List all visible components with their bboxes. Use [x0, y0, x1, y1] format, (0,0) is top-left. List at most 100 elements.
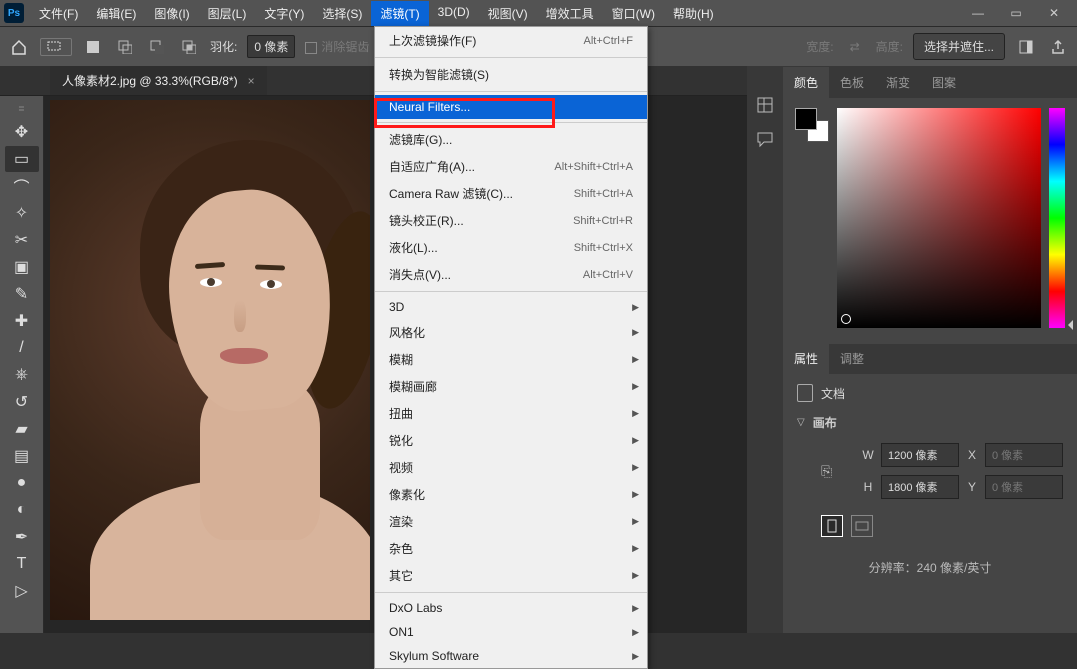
menu-图层(L)[interactable]: 图层(L)	[199, 1, 256, 26]
color-field[interactable]	[837, 108, 1041, 328]
filter-item-液化(L)...[interactable]: 液化(L)...Shift+Ctrl+X	[375, 234, 647, 261]
menu-滤镜(T)[interactable]: 滤镜(T)	[371, 1, 428, 26]
select-and-mask-button[interactable]: 选择并遮住...	[913, 33, 1005, 60]
color-tab-渐变[interactable]: 渐变	[875, 67, 921, 98]
sel-add-icon[interactable]	[114, 36, 136, 58]
menubar: Ps 文件(F)编辑(E)图像(I)图层(L)文字(Y)选择(S)滤镜(T)3D…	[0, 0, 1077, 26]
menu-帮助(H)[interactable]: 帮助(H)	[664, 1, 723, 26]
lasso-tool[interactable]: ⌒	[5, 173, 39, 199]
color-tab-颜色[interactable]: 颜色	[783, 67, 829, 98]
path-sel-tool[interactable]: ▷	[5, 578, 39, 604]
canvas-section-label: 画布	[813, 414, 837, 431]
menu-视图(V)[interactable]: 视图(V)	[479, 1, 537, 26]
filter-menu-dropdown: 上次滤镜操作(F)Alt+Ctrl+F 转换为智能滤镜(S) Neural Filt…	[374, 26, 648, 669]
filter-item-视频[interactable]: 视频	[375, 454, 647, 481]
sel-new-icon[interactable]	[82, 36, 104, 58]
stamp-tool[interactable]: ⎈	[5, 362, 39, 388]
orient-landscape-button[interactable]	[851, 515, 873, 537]
filter-item-消失点(V)...[interactable]: 消失点(V)...Alt+Ctrl+V	[375, 261, 647, 288]
properties-panel: 文档 ▽ 画布 ⎘ W 1200 像素 X 0 像素 H 1800 像素 Y 0…	[783, 374, 1077, 586]
gradient-tool[interactable]: ▤	[5, 443, 39, 469]
resolution-text: 分辨率：240 像素/英寸	[797, 559, 1063, 576]
eyedropper-tool[interactable]: ✎	[5, 281, 39, 307]
blur-tool[interactable]: ●	[5, 470, 39, 496]
panels-area: 颜色色板渐变图案 属性调整 文档 ▽ 画布 ⎘ W 1200 像素 X 0 像素…	[747, 66, 1077, 633]
filter-item-Neural Filters...[interactable]: Neural Filters...	[375, 95, 647, 119]
filter-item-渲染[interactable]: 渲染	[375, 508, 647, 535]
move-tool[interactable]: ✥	[5, 119, 39, 145]
width-input[interactable]: 1200 像素	[881, 443, 959, 467]
filter-item-锐化[interactable]: 锐化	[375, 427, 647, 454]
menu-窗口(W)[interactable]: 窗口(W)	[603, 1, 664, 26]
filter-item-Camera Raw 滤镜(C)...[interactable]: Camera Raw 滤镜(C)...Shift+Ctrl+A	[375, 180, 647, 207]
filter-item-DxO Labs[interactable]: DxO Labs	[375, 596, 647, 620]
share-icon[interactable]	[1047, 36, 1069, 58]
filter-item-杂色[interactable]: 杂色	[375, 535, 647, 562]
comment-strip-icon[interactable]	[754, 128, 776, 150]
window-close[interactable]: ✕	[1035, 0, 1073, 26]
orient-portrait-button[interactable]	[821, 515, 843, 537]
fg-bg-swatch[interactable]	[795, 108, 829, 142]
feather-input[interactable]: 0 像素	[247, 35, 295, 58]
close-icon[interactable]: ×	[248, 74, 255, 88]
dodge-tool[interactable]: ◐	[5, 497, 39, 523]
filter-item-模糊画廊[interactable]: 模糊画廊	[375, 373, 647, 400]
sel-int-icon[interactable]	[178, 36, 200, 58]
menu-文件(F)[interactable]: 文件(F)	[30, 1, 87, 26]
filter-item-其它[interactable]: 其它	[375, 562, 647, 589]
panel-toggle-icon[interactable]	[1015, 36, 1037, 58]
frame-tool[interactable]: ▣	[5, 254, 39, 280]
healing-tool[interactable]: ✚	[5, 308, 39, 334]
menu-3D(D)[interactable]: 3D(D)	[429, 1, 479, 26]
toolbox: ✥▭⌒✧✂▣✎✚/⎈↺▰▤●◐✒T▷	[0, 96, 44, 633]
sel-sub-icon[interactable]	[146, 36, 168, 58]
color-tab-色板[interactable]: 色板	[829, 67, 875, 98]
filter-item-滤镜库(G)...[interactable]: 滤镜库(G)...	[375, 126, 647, 153]
filter-item-ON1[interactable]: ON1	[375, 620, 647, 644]
filter-item-像素化[interactable]: 像素化	[375, 481, 647, 508]
history-brush-tool[interactable]: ↺	[5, 389, 39, 415]
filter-item-风格化[interactable]: 风格化	[375, 319, 647, 346]
color-panel	[783, 98, 1077, 338]
filter-item-转换为智能滤镜(S)[interactable]: 转换为智能滤镜(S)	[375, 61, 647, 88]
brush-tool[interactable]: /	[5, 335, 39, 361]
filter-item-镜头校正(R)...[interactable]: 镜头校正(R)...Shift+Ctrl+R	[375, 207, 647, 234]
ps-logo: Ps	[4, 3, 24, 23]
filter-item-Skylum Software[interactable]: Skylum Software	[375, 644, 647, 668]
x-label: X	[965, 448, 979, 462]
home-icon[interactable]	[8, 36, 30, 58]
filter-item-上次滤镜操作(F)[interactable]: 上次滤镜操作(F)Alt+Ctrl+F	[375, 27, 647, 54]
link-dims-icon[interactable]: ⎘	[821, 463, 855, 480]
panel-strip	[747, 66, 783, 633]
color-tab-图案[interactable]: 图案	[921, 67, 967, 98]
window-max[interactable]: ▭	[997, 0, 1035, 26]
filter-item-模糊[interactable]: 模糊	[375, 346, 647, 373]
menu-文字(Y)[interactable]: 文字(Y)	[255, 1, 313, 26]
filter-item-扭曲[interactable]: 扭曲	[375, 400, 647, 427]
pen-tool[interactable]: ✒	[5, 524, 39, 550]
filter-item-自适应广角(A)...[interactable]: 自适应广角(A)...Alt+Shift+Ctrl+A	[375, 153, 647, 180]
menu-选择(S)[interactable]: 选择(S)	[313, 1, 371, 26]
hue-slider[interactable]	[1049, 108, 1065, 328]
toolbox-grip[interactable]	[7, 104, 37, 112]
document-icon	[797, 384, 813, 402]
filter-item-3D[interactable]: 3D	[375, 295, 647, 319]
type-tool[interactable]: T	[5, 551, 39, 577]
chevron-down-icon[interactable]: ▽	[797, 417, 805, 428]
y-label: Y	[965, 480, 979, 494]
prop-tab-调整[interactable]: 调整	[829, 343, 875, 374]
height-input[interactable]: 1800 像素	[881, 475, 959, 499]
magic-wand-tool[interactable]: ✧	[5, 200, 39, 226]
eraser-tool[interactable]: ▰	[5, 416, 39, 442]
window-min[interactable]: —	[959, 0, 997, 26]
crop-tool[interactable]: ✂	[5, 227, 39, 253]
prop-tab-属性[interactable]: 属性	[783, 343, 829, 374]
tool-preset[interactable]	[40, 38, 72, 56]
x-input: 0 像素	[985, 443, 1063, 467]
document-tab[interactable]: 人像素材2.jpg @ 33.3%(RGB/8*) ×	[50, 66, 267, 95]
menu-增效工具[interactable]: 增效工具	[537, 1, 603, 26]
menu-图像(I)[interactable]: 图像(I)	[145, 1, 198, 26]
swatch-strip-icon[interactable]	[754, 94, 776, 116]
menu-编辑(E)[interactable]: 编辑(E)	[87, 1, 145, 26]
marquee-tool[interactable]: ▭	[5, 146, 39, 172]
